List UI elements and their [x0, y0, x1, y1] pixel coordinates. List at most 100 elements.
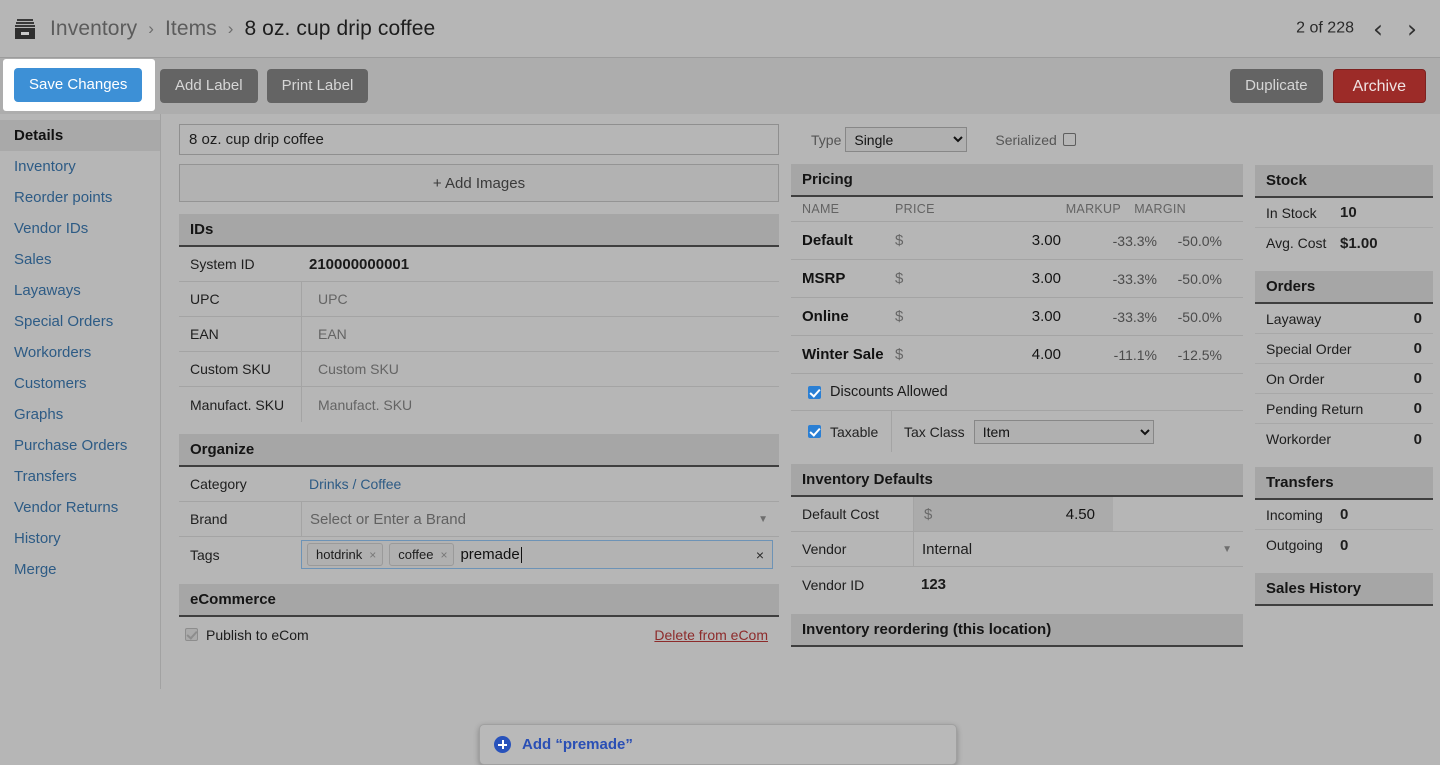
system-id-value: 210000000001 — [309, 255, 410, 273]
sidebar-item-reorder-points[interactable]: Reorder points — [0, 182, 160, 213]
table-row: Default $ 3.00 -33.3% -50.0% — [791, 222, 1243, 260]
upc-input[interactable]: UPC — [301, 282, 779, 316]
price-margin: -50.0% — [1177, 308, 1222, 325]
chevron-down-icon: ▼ — [758, 513, 768, 525]
price-name: Online — [802, 308, 849, 325]
breadcrumb-separator: › — [148, 18, 154, 38]
sidebar-item-transfers[interactable]: Transfers — [0, 461, 160, 492]
tags-label: Tags — [190, 546, 220, 563]
currency-symbol: $ — [895, 232, 904, 249]
sidebar-item-layaways[interactable]: Layaways — [0, 275, 160, 306]
currency-symbol: $ — [895, 346, 904, 363]
price-markup: -33.3% — [1112, 308, 1157, 325]
record-pager: 2 of 228 ‹ › — [1296, 16, 1422, 41]
tags-input-field[interactable]: hotdrink × coffee × premade × — [301, 540, 773, 569]
sidebar-item-special-orders[interactable]: Special Orders — [0, 306, 160, 337]
serialized-label: Serialized — [995, 131, 1057, 148]
sidebar-item-vendor-ids[interactable]: Vendor IDs — [0, 213, 160, 244]
outgoing-value: 0 — [1340, 536, 1349, 554]
sidebar-item-history[interactable]: History — [0, 523, 160, 554]
table-row: System ID 210000000001 — [179, 247, 779, 282]
add-images-button[interactable]: + Add Images — [179, 164, 779, 202]
pager-count: 2 of 228 — [1296, 19, 1354, 37]
pricing-table-header: NAME PRICE MARKUP MARGIN — [791, 197, 1243, 222]
sidebar-item-workorders[interactable]: Workorders — [0, 337, 160, 368]
tag-remove-icon[interactable]: × — [440, 548, 447, 562]
ids-panel: IDs System ID 210000000001 UPC UPC EAN E… — [179, 214, 779, 422]
middle-column: Type Single Serialized Pricing NAME PRIC… — [791, 124, 1243, 659]
sidebar-nav: Details Inventory Reorder points Vendor … — [0, 114, 161, 689]
orders-card-heading: Orders — [1255, 271, 1433, 304]
plus-circle-icon — [494, 736, 511, 753]
price-value[interactable]: 3.00 — [931, 308, 1061, 325]
prev-record-icon[interactable]: ‹ — [1368, 16, 1388, 41]
price-value[interactable]: 3.00 — [931, 232, 1061, 249]
table-row: Vendor Internal ▼ — [791, 532, 1243, 567]
inventory-defaults-panel: Inventory Defaults Default Cost $ 4.50 V… — [791, 464, 1243, 602]
item-name-input[interactable] — [179, 124, 779, 155]
add-label-button[interactable]: Add Label — [160, 69, 258, 103]
breadcrumb-separator: › — [227, 18, 234, 38]
tag-chip: hotdrink × — [307, 543, 384, 566]
archive-button[interactable]: Archive — [1332, 69, 1426, 103]
category-value-link[interactable]: Drinks / Coffee — [301, 476, 401, 492]
table-row: Manufact. SKU Manufact. SKU — [179, 387, 779, 422]
sidebar-item-graphs[interactable]: Graphs — [0, 399, 160, 430]
duplicate-button[interactable]: Duplicate — [1230, 69, 1323, 103]
manufact-sku-input[interactable]: Manufact. SKU — [301, 387, 779, 422]
table-row: Tags hotdrink × coffee × premade × — [179, 537, 779, 572]
tax-class-select[interactable]: Item — [973, 419, 1154, 444]
sidebar-item-vendor-returns[interactable]: Vendor Returns — [0, 492, 160, 523]
table-row: MSRP $ 3.00 -33.3% -50.0% — [791, 260, 1243, 298]
default-cost-input[interactable]: $ 4.50 — [913, 497, 1113, 531]
list-item: On Order 0 — [1255, 364, 1433, 394]
table-row: Custom SKU Custom SKU — [179, 352, 779, 387]
brand-select[interactable]: Select or Enter a Brand ▼ — [301, 502, 779, 536]
sidebar-item-purchase-orders[interactable]: Purchase Orders — [0, 430, 160, 461]
sidebar-item-inventory[interactable]: Inventory — [0, 151, 160, 182]
ean-placeholder: EAN — [318, 326, 347, 342]
tag-remove-icon[interactable]: × — [369, 548, 376, 562]
breadcrumb-item-inventory[interactable]: Inventory — [50, 17, 137, 41]
discounts-allowed-checkbox[interactable] — [808, 385, 821, 399]
vendor-id-label: Vendor ID — [802, 576, 865, 593]
item-type-select[interactable]: Single — [845, 127, 968, 152]
list-item: Layaway 0 — [1255, 304, 1433, 334]
transfers-card-heading: Transfers — [1255, 467, 1433, 500]
default-cost-value: 4.50 — [1065, 505, 1095, 523]
sidebar-item-merge[interactable]: Merge — [0, 554, 160, 585]
currency-symbol: $ — [895, 308, 904, 325]
category-label: Category — [190, 476, 247, 492]
transfers-card: Transfers Incoming 0 Outgoing 0 — [1255, 467, 1433, 560]
price-margin: -12.5% — [1177, 346, 1222, 363]
add-tag-option[interactable]: Add “premade” — [522, 736, 633, 753]
pricing-panel-heading: Pricing — [791, 164, 1243, 197]
stock-card: Stock In Stock 10 Avg. Cost $1.00 — [1255, 165, 1433, 258]
upc-placeholder: UPC — [318, 291, 348, 307]
vendor-select[interactable]: Internal ▼ — [913, 532, 1243, 566]
custom-sku-input[interactable]: Custom SKU — [301, 352, 779, 386]
serialized-checkbox[interactable] — [1062, 133, 1076, 146]
list-item: Pending Return 0 — [1255, 394, 1433, 424]
delete-from-ecom-link[interactable]: Delete from eCom — [654, 627, 768, 643]
sidebar-item-sales[interactable]: Sales — [0, 244, 160, 275]
price-value[interactable]: 4.00 — [931, 346, 1061, 363]
breadcrumb-item-items[interactable]: Items — [165, 17, 217, 41]
price-margin: -50.0% — [1177, 232, 1222, 249]
taxable-checkbox[interactable] — [808, 425, 821, 438]
vendor-id-value[interactable]: 123 — [913, 576, 946, 593]
print-label-button[interactable]: Print Label — [266, 69, 369, 103]
organize-panel: Organize Category Drinks / Coffee Brand … — [179, 434, 779, 572]
sidebar-item-details[interactable]: Details — [0, 120, 160, 151]
clear-tags-icon[interactable]: × — [756, 547, 764, 563]
sidebar-item-customers[interactable]: Customers — [0, 368, 160, 399]
upc-label: UPC — [190, 291, 220, 307]
ean-input[interactable]: EAN — [301, 317, 779, 351]
publish-to-ecom-checkbox[interactable] — [185, 628, 198, 641]
price-markup: -11.1% — [1113, 346, 1157, 363]
next-record-icon[interactable]: › — [1402, 16, 1422, 41]
list-item: In Stock 10 — [1255, 198, 1433, 228]
taxable-row: Taxable Tax Class Item — [791, 411, 1243, 452]
save-changes-button[interactable]: Save Changes — [14, 68, 143, 102]
price-value[interactable]: 3.00 — [931, 270, 1061, 287]
